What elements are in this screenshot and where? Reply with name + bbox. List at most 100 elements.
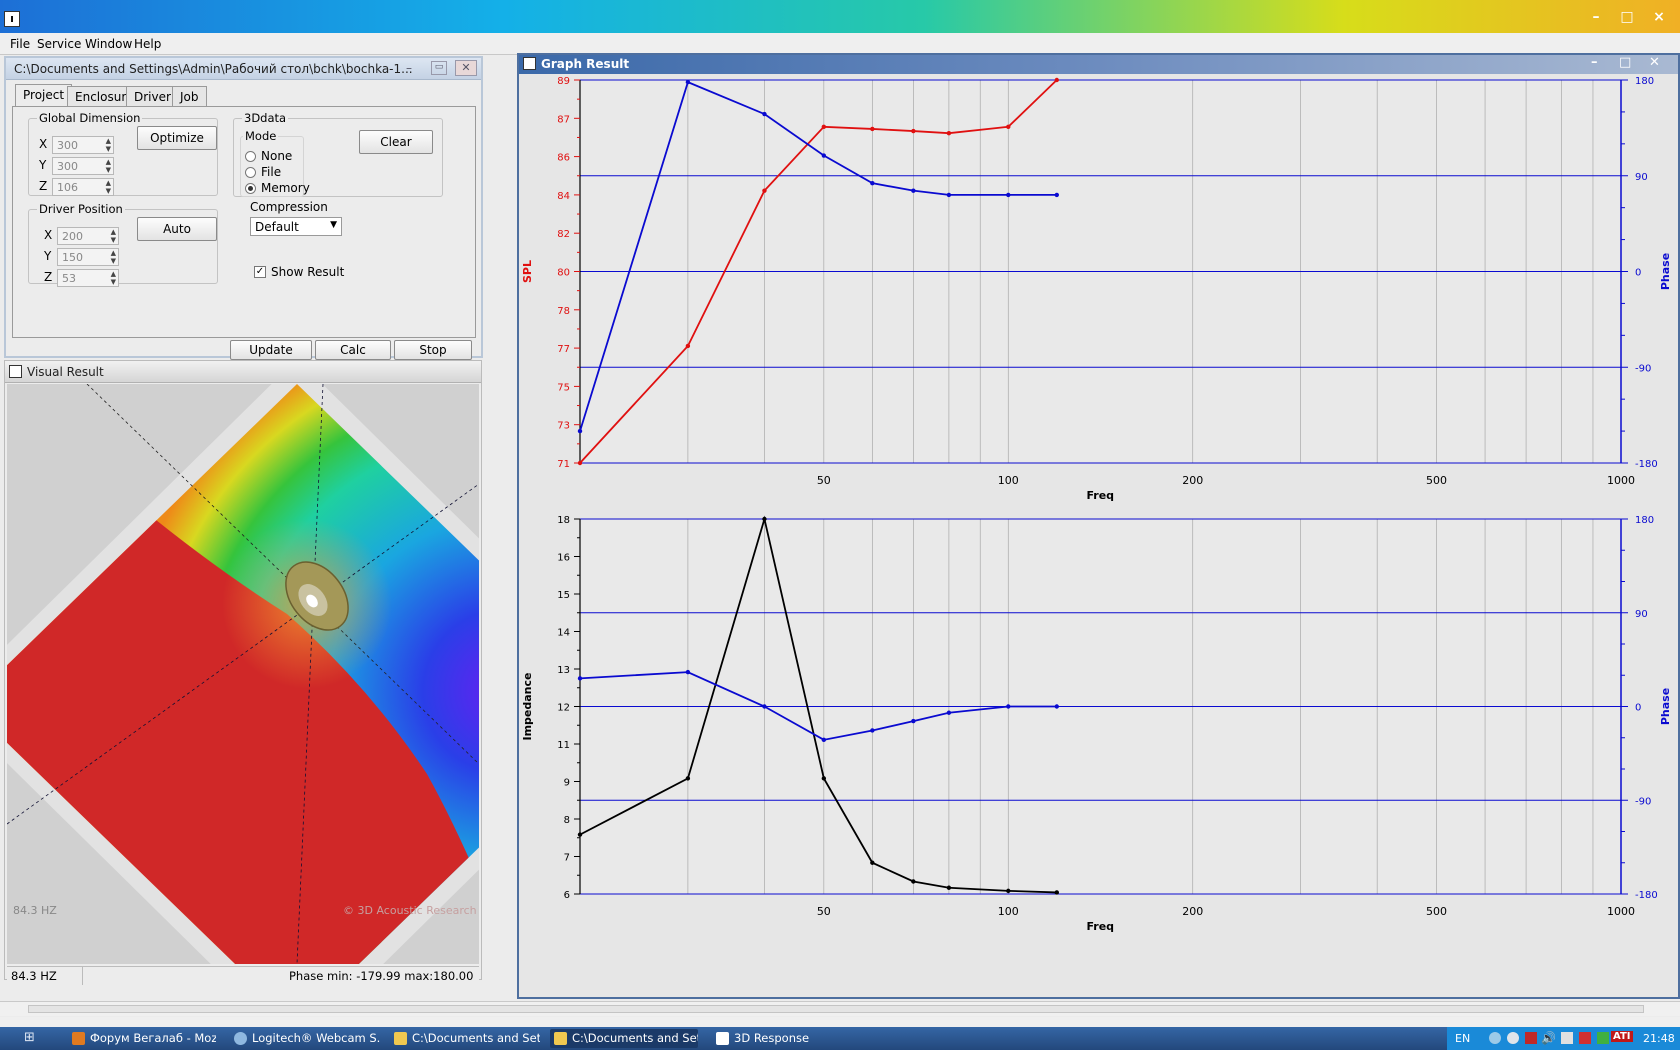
y2-tick-label: 0 [1635, 268, 1641, 279]
tray-antivirus-icon[interactable] [1525, 1032, 1537, 1044]
gd-y-input[interactable]: 300 ▲ ▼ [52, 157, 114, 175]
data-point [946, 885, 952, 890]
y-axis-label: SPL [521, 260, 534, 283]
data-point [946, 130, 952, 136]
tab-driver[interactable]: Driver [126, 86, 179, 106]
chart-panel-2: 18 16 15 14 13 12 11 9 8 7 6 180 90 0 -90 -180 50 100 200 5… [521, 515, 1672, 933]
menu-file[interactable]: File [10, 37, 30, 51]
mode-none-radio[interactable] [245, 151, 256, 162]
x-axis-label: Freq [1086, 920, 1114, 933]
tab-job[interactable]: Job [172, 86, 207, 106]
folder-icon [554, 1032, 567, 1045]
optimize-button[interactable]: Optimize [137, 126, 217, 150]
y-tick-label: 8 [564, 815, 570, 826]
acoustic-field-view[interactable]: 84.3 HZ © 3D Acoustic Research [7, 384, 479, 964]
x-tick-label: 500 [1426, 905, 1447, 918]
horizontal-scrollbar[interactable] [0, 1001, 1680, 1016]
graph-result-title: Graph Result [541, 57, 630, 71]
driver-position-legend: Driver Position [39, 202, 123, 216]
global-dimension-group: Global Dimension X 300 ▲ ▼ Y 300 ▲ ▼ Z 106 ▲ ▼ [28, 111, 218, 196]
taskbar-item-webcam[interactable]: Logitech® Webcam S... [230, 1029, 380, 1048]
data-point [1006, 704, 1011, 709]
maximize-icon[interactable]: □ [1619, 55, 1631, 70]
x-tick-label: 500 [1426, 474, 1447, 487]
tray-device-icon[interactable] [1561, 1032, 1573, 1044]
gd-y-label: Y [39, 158, 47, 172]
y-tick-label: 7 [564, 853, 570, 864]
graph-area[interactable]: 8987868482807877757371180900-90-18050 100… [519, 74, 1678, 999]
volume-icon[interactable]: 🔊 [1541, 1031, 1556, 1045]
tab-project[interactable]: Project [15, 84, 73, 107]
menu-window[interactable]: Window [85, 37, 132, 51]
data-point [1054, 704, 1059, 709]
y2-tick-label: -180 [1635, 890, 1658, 901]
close-icon[interactable]: ✕ [1649, 55, 1660, 70]
data-point [1054, 192, 1059, 198]
show-result-label: Show Result [271, 265, 345, 279]
tray-shield-icon[interactable] [1597, 1032, 1609, 1044]
y2-axis-label: Phase [1659, 688, 1672, 725]
tray-network-icon[interactable] [1489, 1032, 1501, 1044]
taskbar-item-explorer-1[interactable]: C:\Documents and Set... [390, 1029, 540, 1048]
app-icon[interactable]: ı [4, 11, 20, 27]
mode-memory-radio[interactable] [245, 183, 256, 194]
data-point [821, 776, 827, 781]
taskbar-item-3d-response[interactable]: 3D Response [712, 1029, 860, 1048]
maximize-icon[interactable]: □ [1617, 8, 1637, 26]
taskbar-item-firefox[interactable]: Форум Вегалаб - Mozi... [68, 1029, 216, 1048]
dp-x-label: X [44, 228, 53, 242]
data-point [685, 669, 691, 675]
gd-z-label: Z [39, 179, 48, 193]
visual-result-title: Visual Result [27, 365, 104, 379]
dp-z-input[interactable]: 53 ▲ ▼ [57, 269, 119, 287]
compression-select[interactable]: Default ▼ [250, 217, 342, 236]
data-point [762, 188, 767, 193]
dp-x-input[interactable]: 200 ▲ ▼ [57, 227, 119, 245]
start-icon[interactable]: ⊞ [24, 1030, 42, 1047]
system-tray: EN 🔊 ATI 21:48 [1447, 1027, 1680, 1050]
show-result-checkbox[interactable]: ✓ [254, 266, 266, 278]
tray-app-icon[interactable] [1507, 1032, 1519, 1044]
y-tick-label: 89 [557, 76, 570, 87]
main-title-bar: ı – □ × [0, 0, 1680, 33]
dp-y-input[interactable]: 150 ▲ ▼ [57, 248, 119, 266]
status-phase: Phase min: -179.99 max:180.00 [289, 969, 474, 983]
ati-icon[interactable]: ATI [1611, 1031, 1633, 1042]
tray-alert-icon[interactable] [1579, 1032, 1591, 1044]
visual-status-bar: 84.3 HZ Phase min: -179.99 max:180.00 [7, 966, 479, 985]
update-button[interactable]: Update [230, 340, 312, 360]
dp-z-label: Z [44, 270, 53, 284]
graph-result-window: Graph Result – □ ✕ 89 87 86 84 82 80 78 77 75 73 7… [517, 53, 1680, 999]
taskbar-item-explorer-2[interactable]: C:\Documents and Set... [550, 1029, 698, 1048]
x-tick-label: 1000 [1607, 474, 1635, 487]
x-tick-label: 50 [817, 474, 831, 487]
minimize-icon[interactable]: – [1591, 55, 1598, 70]
y-tick-label: 80 [557, 268, 570, 279]
y2-axis-label: Phase [1659, 253, 1672, 290]
data-point [946, 192, 952, 198]
project-window-title-bar: C:\Documents and Settings\Admin\Рабочий … [6, 58, 481, 80]
restore-icon[interactable]: ▭ [431, 61, 447, 75]
project-window: C:\Documents and Settings\Admin\Рабочий … [4, 56, 483, 360]
compression-label: Compression [250, 200, 328, 214]
auto-button[interactable]: Auto [137, 217, 217, 241]
calc-button[interactable]: Calc [315, 340, 391, 360]
scrollbar-thumb[interactable] [28, 1005, 1644, 1013]
stop-button[interactable]: Stop [394, 340, 472, 360]
close-icon[interactable]: × [1649, 8, 1669, 26]
language-indicator[interactable]: EN [1455, 1032, 1470, 1045]
y-tick-label: 18 [557, 515, 570, 526]
close-icon[interactable]: ✕ [455, 60, 477, 76]
minimize-icon[interactable]: – [406, 61, 412, 75]
mode-file-radio[interactable] [245, 167, 256, 178]
menu-service[interactable]: Service [37, 37, 81, 51]
gd-x-input[interactable]: 300 ▲ ▼ [52, 136, 114, 154]
y-tick-label: 11 [557, 740, 570, 751]
minimize-icon[interactable]: – [1586, 8, 1606, 26]
menu-help[interactable]: Help [134, 37, 161, 51]
mode-legend: Mode [245, 129, 277, 143]
gd-z-input[interactable]: 106 ▲ ▼ [52, 178, 114, 196]
data-point [911, 718, 916, 724]
data-point [1054, 890, 1059, 895]
clear-button[interactable]: Clear [359, 130, 433, 154]
